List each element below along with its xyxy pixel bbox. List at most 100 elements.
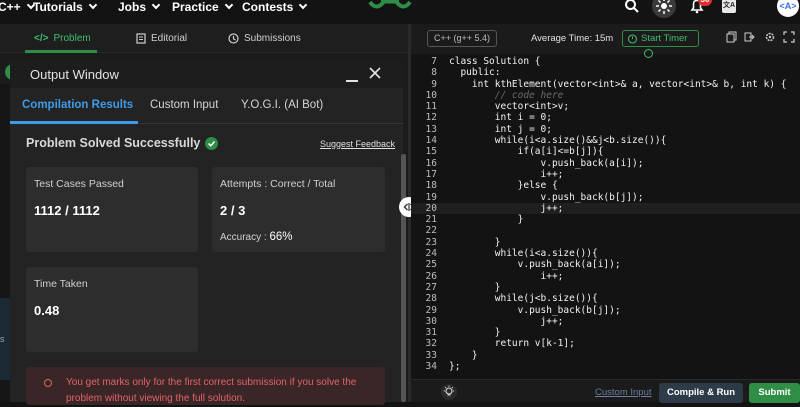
average-time: Average Time: 15m [531, 33, 614, 44]
nav-contests[interactable]: Contests [242, 0, 308, 14]
nav-cpp[interactable]: C++ [0, 0, 35, 14]
code-line[interactable]: 7 class Solution { [411, 56, 800, 67]
suggest-feedback-link[interactable]: Suggest Feedback [320, 139, 395, 149]
tab-custom-input[interactable]: Custom Input [150, 99, 218, 111]
editor-toolbar: C++ (g++ 5.4) Average Time: 15m Start Ti… [411, 24, 800, 58]
code-line[interactable]: 8 public: [411, 67, 800, 78]
nav-jobs[interactable]: Jobs [118, 0, 161, 14]
code-line[interactable]: 22 [411, 225, 800, 236]
code-text[interactable]: while(i<a.size()&&j<b.size()){ [449, 135, 667, 146]
code-area[interactable]: 7 class Solution {8 public: 9 int kthEleme… [411, 56, 800, 372]
gear-icon[interactable] [764, 31, 776, 43]
code-line[interactable]: 21 } [411, 214, 800, 225]
code-line[interactable]: 18 }else { [411, 180, 800, 191]
code-line[interactable]: 29 v.push_back(b[j]); [411, 305, 800, 316]
code-line[interactable]: 20 j++; [411, 202, 800, 215]
start-timer-button[interactable]: Start Timer [622, 30, 699, 58]
line-number: 27 [425, 281, 437, 293]
test-cases-value: 1112 / 1112 [34, 203, 100, 218]
code-text[interactable]: vector<int>v; [449, 101, 569, 112]
fullscreen-icon[interactable] [783, 31, 795, 43]
chevron-down-icon [88, 0, 98, 10]
nav-practice[interactable]: Practice [172, 0, 233, 14]
code-text[interactable]: class Solution { [449, 56, 541, 67]
gfg-logo-icon[interactable] [367, 0, 413, 16]
code-text[interactable]: return v[k-1]; [449, 338, 575, 349]
tab-compilation-results[interactable]: Compilation Results [22, 99, 133, 111]
code-text[interactable]: public: [449, 67, 500, 78]
line-number: 29 [425, 304, 437, 316]
language-select[interactable]: C++ (g++ 5.4) [427, 30, 497, 47]
code-line[interactable]: 23 } [411, 237, 800, 248]
code-text[interactable]: }else { [449, 180, 558, 191]
theme-toggle[interactable] [652, 0, 676, 18]
code-text[interactable]: int j = 0; [449, 124, 552, 135]
code-line[interactable]: 32 return v[k-1]; [411, 338, 800, 349]
code-line[interactable]: 16 v.push_back(a[i]); [411, 158, 800, 169]
code-text[interactable]: } [449, 282, 501, 293]
code-text[interactable]: v.push_back(a[i]); [449, 158, 644, 169]
code-text[interactable]: } [449, 237, 501, 248]
code-text[interactable]: j++; [449, 203, 564, 214]
code-line[interactable]: 28 while(j<b.size()){ [411, 293, 800, 304]
code-line[interactable]: 10 // code here [411, 90, 800, 101]
code-text[interactable]: if(a[i]<=b[j]){ [449, 146, 604, 157]
code-text[interactable]: i++; [449, 271, 564, 282]
translate-icon[interactable]: 文A [722, 0, 736, 13]
tab-submissions[interactable]: Submissions [228, 33, 301, 44]
code-line[interactable]: 24 while(i<a.size()){ [411, 248, 800, 259]
attempts-value: 2 / 3 [220, 203, 246, 218]
code-line[interactable]: 15 if(a[i]<=b[j]){ [411, 146, 800, 157]
submit-button[interactable]: Submit [749, 383, 800, 403]
code-line[interactable]: 19 v.push_back(b[j]); [411, 192, 800, 203]
code-text[interactable]: v.push_back(b[j]); [449, 192, 644, 203]
code-line[interactable]: 33 } [411, 350, 800, 361]
hint-button[interactable] [441, 384, 457, 400]
code-line[interactable]: 9 int kthElement(vector<int>& a, vector<… [411, 79, 800, 90]
code-line[interactable]: 27 } [411, 282, 800, 293]
scrollbar[interactable] [401, 154, 406, 402]
code-line[interactable]: 11 vector<int>v; [411, 101, 800, 112]
code-text[interactable]: } [449, 327, 501, 338]
code-text[interactable]: int kthElement(vector<int>& a, vector<in… [449, 79, 787, 90]
compilation-results-content: Problem Solved Successfully Suggest Feed… [10, 124, 403, 405]
code-line[interactable]: 26 i++; [411, 271, 800, 282]
avatar[interactable]: <A> [777, 0, 799, 17]
code-line[interactable]: 14 while(i<a.size()&&j<b.size()){ [411, 135, 800, 146]
code-line[interactable]: 13 int j = 0; [411, 124, 800, 135]
time-taken-card: Time Taken 0.48 [26, 267, 198, 352]
line-number: 12 [425, 112, 437, 124]
code-text[interactable]: while(i<a.size()){ [449, 248, 598, 259]
marks-notice: You get marks only for the first correct… [26, 367, 385, 405]
close-icon[interactable] [368, 66, 382, 80]
code-text[interactable]: j++; [449, 316, 564, 327]
code-text[interactable]: } [449, 214, 524, 225]
custom-input-link[interactable]: Custom Input [595, 387, 652, 398]
search-icon[interactable] [624, 0, 640, 14]
tab-yogi-ai-bot[interactable]: Y.O.G.I. (AI Bot) [241, 99, 323, 111]
code-text[interactable]: v.push_back(b[j]); [449, 305, 621, 316]
code-line[interactable]: 30 j++; [411, 316, 800, 327]
code-line[interactable]: 17 i++; [411, 169, 800, 180]
minimize-icon[interactable] [346, 80, 358, 82]
code-line[interactable]: 31 } [411, 327, 800, 338]
code-text[interactable]: v.push_back(a[i]); [449, 259, 621, 270]
line-number: 32 [425, 338, 437, 350]
code-text[interactable]: while(j<b.size()){ [449, 293, 598, 304]
tab-editorial[interactable]: Editorial [136, 33, 187, 44]
copy-icon[interactable] [726, 31, 737, 43]
code-text[interactable]: }; [449, 361, 460, 372]
export-icon[interactable] [744, 31, 755, 43]
compile-run-button[interactable]: Compile & Run [659, 383, 743, 403]
code-line[interactable]: 12 int i = 0; [411, 112, 800, 123]
nav-tutorials[interactable]: Tutorials [33, 0, 98, 14]
code-text[interactable]: i++; [449, 169, 564, 180]
background-content-strip: s [0, 84, 10, 402]
tab-problem[interactable]: </> Problem [34, 33, 91, 44]
line-number: 18 [425, 180, 437, 192]
code-line[interactable]: 34}; [411, 361, 800, 372]
code-text[interactable]: } [449, 350, 478, 361]
code-text[interactable]: int i = 0; [449, 112, 552, 123]
code-text[interactable]: // code here [449, 90, 564, 101]
code-line[interactable]: 25 v.push_back(a[i]); [411, 259, 800, 270]
